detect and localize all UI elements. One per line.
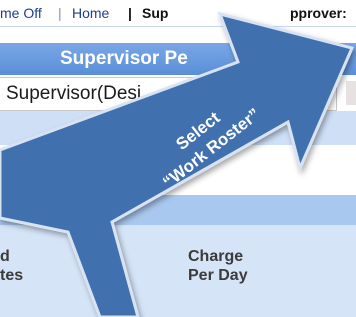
page: me Off | Home | Sup pprover: Supervisor …	[0, 0, 356, 317]
